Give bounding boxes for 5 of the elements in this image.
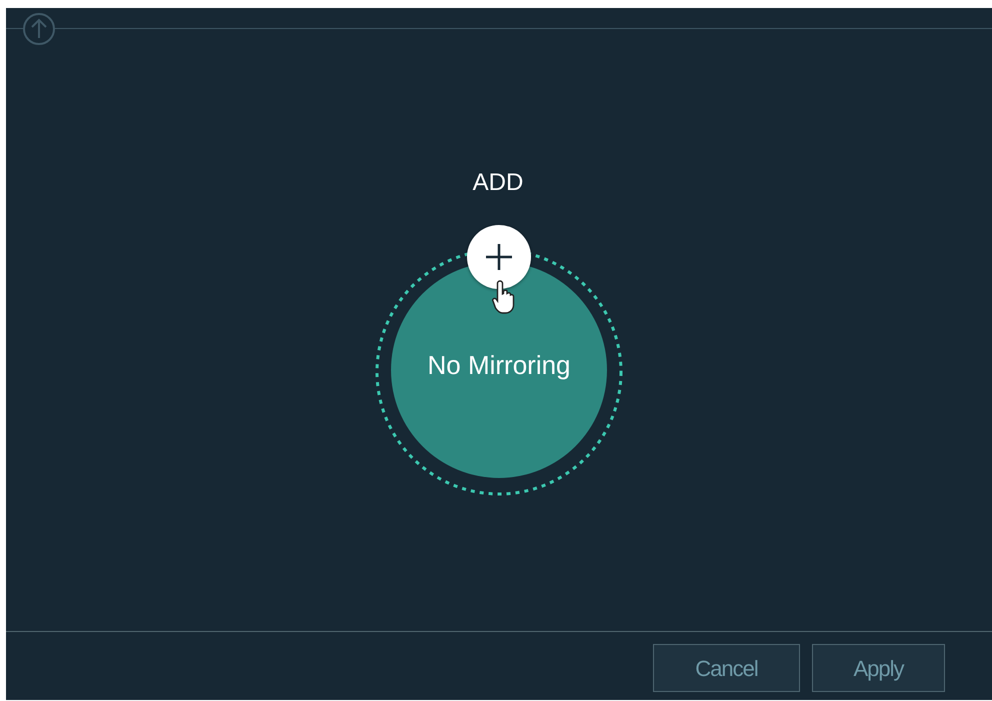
plus-icon [484, 242, 514, 272]
cancel-button[interactable]: Cancel [653, 644, 800, 692]
node-label: No Mirroring [426, 349, 572, 382]
apply-button[interactable]: Apply [812, 644, 945, 692]
add-label: ADD [472, 171, 524, 195]
